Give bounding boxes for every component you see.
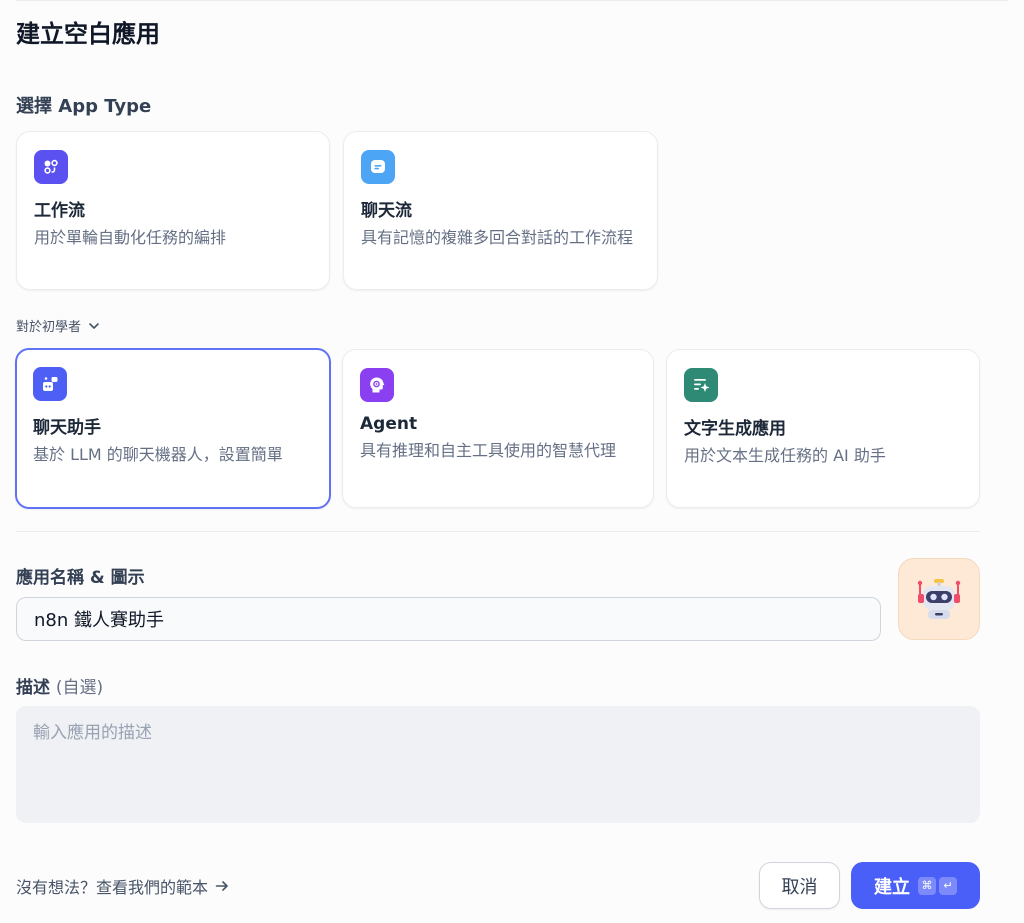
app-type-card-text-generation[interactable]: 文字生成應用 用於文本生成任務的 AI 助手: [666, 349, 980, 508]
card-description: 具有推理和自主工具使用的智慧代理: [360, 441, 617, 460]
beginner-toggle-label: 對於初學者: [16, 320, 82, 335]
workflow-icon: [34, 150, 68, 184]
command-key-icon: ⌘: [918, 876, 936, 895]
robot-icon: [917, 579, 961, 619]
description-textarea[interactable]: [16, 706, 980, 823]
create-button-label: 建立: [874, 876, 910, 898]
card-title: Agent: [360, 414, 418, 434]
app-type-card-chat-assistant[interactable]: 聊天助手 基於 LLM 的聊天機器人，設置簡單: [15, 348, 331, 509]
card-description: 具有記憶的複雜多回合對話的工作流程: [361, 228, 634, 247]
description-label-text: 描述: [16, 678, 50, 698]
app-type-card-chatflow[interactable]: 聊天流 具有記憶的複雜多回合對話的工作流程: [343, 131, 658, 290]
templates-link-label: 沒有想法？查看我們的範本: [16, 878, 209, 897]
card-title: 文字生成應用: [684, 419, 786, 439]
app-name-label: 應用名稱 & 圖示: [16, 568, 145, 588]
app-type-label: 選擇 App Type: [16, 96, 152, 117]
card-title: 工作流: [34, 201, 85, 221]
chatflow-icon: [361, 150, 395, 184]
templates-link[interactable]: 沒有想法？查看我們的範本: [16, 874, 230, 898]
app-type-card-agent[interactable]: Agent 具有推理和自主工具使用的智慧代理: [342, 349, 654, 508]
optional-tag: (自選): [55, 678, 104, 698]
text-generation-icon: [684, 368, 718, 402]
beginner-toggle[interactable]: 對於初學者: [16, 316, 101, 335]
cancel-button[interactable]: 取消: [759, 862, 840, 909]
keyboard-shortcut: ⌘ ↵: [918, 876, 957, 895]
create-button[interactable]: 建立 ⌘ ↵: [851, 862, 980, 909]
chatbot-icon: [33, 367, 67, 401]
section-divider: [16, 531, 980, 532]
dialog-title: 建立空白應用: [16, 20, 160, 48]
card-title: 聊天助手: [33, 418, 101, 438]
app-icon-picker[interactable]: [898, 558, 980, 640]
arrow-right-icon: [215, 881, 228, 891]
app-name-input[interactable]: [16, 597, 881, 641]
card-description: 用於文本生成任務的 AI 助手: [684, 446, 886, 465]
card-title: 聊天流: [361, 201, 412, 221]
create-app-dialog: 建立空白應用 選擇 App Type 工作流 用於單輪自動化任務的編排 聊天流 …: [0, 0, 1024, 923]
chevron-down-icon: [89, 322, 99, 329]
card-description: 用於單輪自動化任務的編排: [34, 228, 227, 247]
app-type-card-workflow[interactable]: 工作流 用於單輪自動化任務的編排: [16, 131, 330, 290]
agent-icon: [360, 368, 394, 402]
top-border: [16, 0, 1008, 1]
card-description: 基於 LLM 的聊天機器人，設置簡單: [33, 445, 283, 464]
enter-key-icon: ↵: [939, 876, 957, 895]
description-label: 描述 (自選): [16, 673, 103, 698]
